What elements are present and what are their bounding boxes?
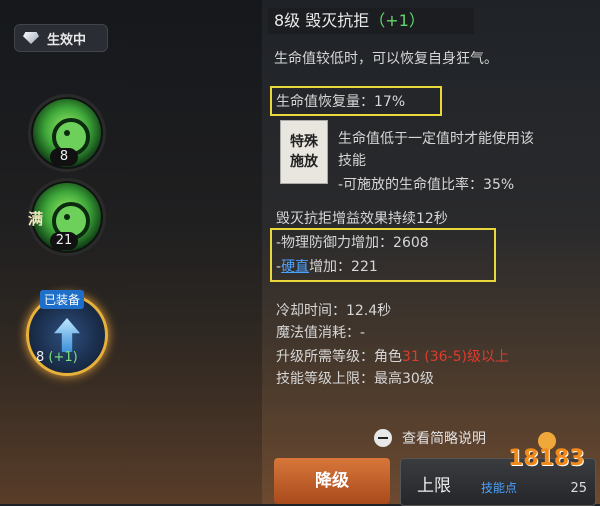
skill-title-text: 8级 毁灭抗拒: [274, 11, 370, 30]
site-watermark-logo: 18183: [508, 432, 586, 476]
equipped-tag: 已装备: [40, 290, 85, 309]
gem-icon: [23, 32, 39, 44]
buff-stun: -硬直增加：221: [276, 256, 378, 276]
limit-button-label: 上限: [417, 476, 451, 496]
cooldown-stat: 冷却时间：12.4秒: [276, 303, 392, 319]
watermark-text: 18183: [508, 446, 585, 471]
special-desc-line1: 生命值低于一定值时才能使用该: [338, 131, 534, 147]
up-arrow-icon: [54, 318, 80, 352]
level-requirement-value: 31 (36-5)级以上: [402, 349, 509, 365]
skill-detail-panel: 8级 毁灭抗拒（+1） 生命值较低时，可以恢复自身狂气。 生命值恢复量：17% …: [262, 0, 600, 506]
level-requirement: 升级所需等级：角色31 (36-5)级以上: [276, 346, 509, 366]
mp-cost-stat: 魔法值消耗：-: [276, 325, 366, 341]
skill-1-level: 8: [50, 148, 78, 166]
stun-keyword-link[interactable]: 硬直: [281, 259, 309, 275]
buff-duration: 毁灭抗拒增益效果持续12秒: [276, 211, 448, 227]
skill-point-label: 技能点: [481, 481, 518, 495]
level-requirement-prefix: 升级所需等级：角色: [276, 349, 402, 365]
special-cast-ratio: -可施放的生命值比率：35%: [338, 177, 515, 193]
skill-description: 生命值较低时，可以恢复自身狂气。: [274, 51, 498, 67]
collapse-label: 查看简略说明: [402, 431, 486, 447]
buff-stun-value: 增加：221: [309, 259, 378, 275]
downgrade-button[interactable]: 降级: [274, 458, 390, 504]
active-status-badge: 生效中: [14, 24, 108, 52]
equipped-skill-level: 8 (+1): [36, 350, 78, 365]
special-label-line2: 施放: [290, 154, 318, 170]
skill-2-level: 21: [50, 232, 78, 250]
special-desc-line2: 技能: [338, 153, 366, 169]
skill-title: 8级 毁灭抗拒（+1）: [268, 8, 474, 34]
equipped-level-plus: (+1): [48, 350, 78, 365]
special-label-line1: 特殊: [290, 134, 318, 150]
skill-point-value: 25: [570, 481, 587, 496]
skill-title-plus: （+1）: [369, 11, 425, 30]
skill-list-panel: 生效中 8 满 21 已装备 8 (+1): [0, 0, 262, 504]
special-cast-box: 特殊 施放: [280, 120, 328, 184]
skill-level-cap: 技能等级上限：最高30级: [276, 371, 434, 387]
toggle-brief-description[interactable]: 查看简略说明: [374, 428, 486, 448]
status-label: 生效中: [47, 32, 87, 48]
max-level-badge: 满: [28, 210, 44, 228]
hp-recovery-stat: 生命值恢复量：17%: [276, 94, 406, 110]
buff-physical-defense: -物理防御力增加：2608: [276, 235, 429, 251]
equipped-level-value: 8: [36, 350, 45, 365]
collapse-icon: [374, 429, 392, 447]
